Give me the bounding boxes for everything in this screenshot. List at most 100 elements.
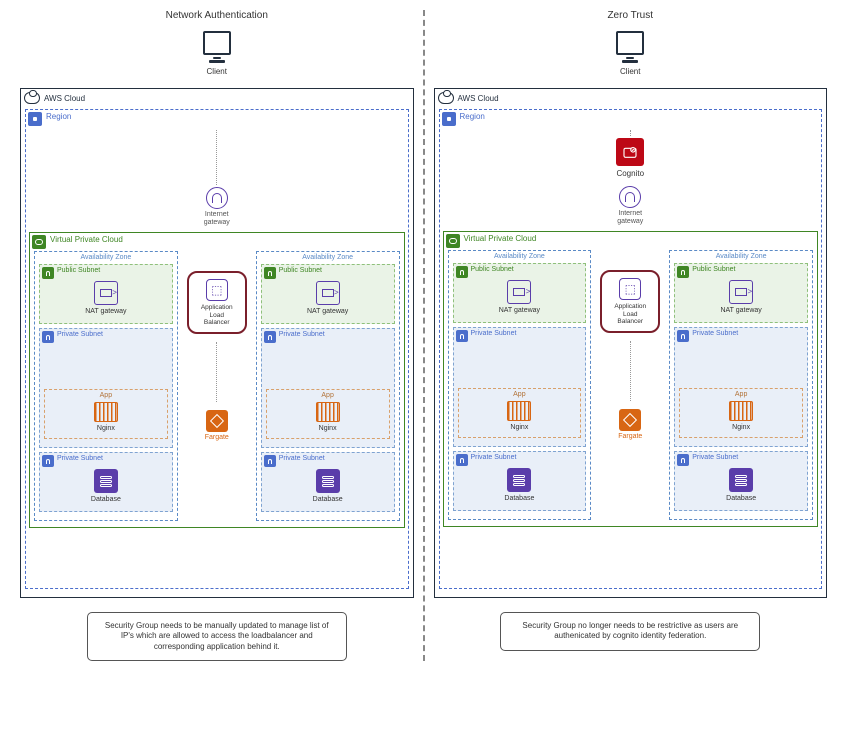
alb-icon: ⬚ [206,279,228,301]
monitor-icon [203,31,231,55]
public-subnet-r1: Public Subnet NAT gateway [453,263,587,323]
vpc-label: Virtual Private Cloud [464,234,537,248]
region-label: Region [460,112,485,126]
az-label: Availability Zone [257,254,399,261]
public-subnet-l1: Public Subnet NAT gateway [39,264,173,324]
aws-cloud-frame-left: AWS Cloud Region Internet gateway Virtua… [20,88,414,598]
region-frame-left: Region Internet gateway Virtual Private … [25,109,409,589]
title-right: Zero Trust [434,10,828,21]
az-right-1: Availability Zone Public Subnet NAT gate… [448,250,592,520]
cognito-label: Cognito [443,169,819,178]
database-l1: Database [44,469,168,503]
database-icon [507,468,531,492]
client-right: Client [434,31,828,76]
private-subnet-app-r2: Private Subnet AppNginx [674,327,808,447]
private-subnet-db-l2: Private Subnet Database [261,452,395,512]
center-track-right: ⬚ Application Load Balancer Fargate [595,250,665,520]
igw-label: Internet gateway [29,211,405,226]
aws-cloud-frame-right: AWS Cloud Region Cognito Internet gatewa… [434,88,828,598]
nat-label: NAT gateway [266,308,390,315]
igw-icon [206,187,228,209]
connector-line [216,130,217,185]
connector-line [630,341,631,401]
vpc-frame-right: Virtual Private Cloud Availability Zone … [443,231,819,527]
cognito: Cognito [443,138,819,178]
left-column: Network Authentication Client AWS Cloud … [10,10,424,661]
private-subnet-db-r2: Private Subnet Database [674,451,808,511]
diagram-stage: Network Authentication Client AWS Cloud … [10,10,837,661]
center-track-left: ⬚ Application Load Balancer Fargate [182,251,252,521]
private-subnet-label: Private Subnet [57,331,103,343]
nginx-label: Nginx [49,425,163,432]
az-label: Availability Zone [35,254,177,261]
database-icon [316,469,340,493]
nat-icon [316,281,340,305]
alb-right: ⬚ Application Load Balancer [600,270,660,332]
note-left: Security Group needs to be manually upda… [87,612,347,661]
fargate-right: Fargate [618,409,642,440]
nginx-icon [729,401,753,421]
connector-line [630,130,631,136]
fargate-icon [206,410,228,432]
az-right-2: Availability Zone Public Subnet NAT gate… [669,250,813,520]
nat-gateway-l2: NAT gateway [266,281,390,315]
nginx-label: Nginx [271,425,385,432]
connector-line [216,342,217,402]
db-label: Database [44,496,168,503]
alb-label: Application Load Balancer [191,304,243,325]
nat-icon [94,281,118,305]
private-subnet-label: Private Subnet [57,455,103,467]
title-left: Network Authentication [20,10,414,21]
note-right: Security Group no longer needs to be res… [500,612,760,651]
public-subnet-label: Public Subnet [279,267,322,279]
region-label: Region [46,112,71,126]
private-subnet-app-l1: Private Subnet App Nginx [39,328,173,448]
private-subnet-db-l1: Private Subnet Database [39,452,173,512]
cloud-label: AWS Cloud [458,94,499,103]
private-subnet-db-r1: Private Subnet Database [453,451,587,511]
nginx-icon [316,402,340,422]
nat-icon [729,280,753,304]
vpc-frame-left: Virtual Private Cloud Availability Zone … [29,232,405,528]
internet-gateway-right: Internet gateway [443,186,819,225]
client-label: Client [434,67,828,76]
public-subnet-label: Public Subnet [57,267,100,279]
nat-gateway-l1: NAT gateway [44,281,168,315]
app-label: App [45,392,167,399]
fargate-left: Fargate [205,410,229,441]
client-label: Client [20,67,414,76]
vpc-label: Virtual Private Cloud [50,235,123,249]
nat-label: NAT gateway [44,308,168,315]
database-icon [729,468,753,492]
nat-icon [507,280,531,304]
right-column: Zero Trust Client AWS Cloud Region Cogni… [424,10,838,661]
monitor-icon [616,31,644,55]
fargate-icon [619,409,641,431]
cloud-icon [438,92,454,104]
az-label: Availability Zone [670,253,812,260]
cloud-icon [24,92,40,104]
az-left-2: Availability Zone Public Subnet NAT gate… [256,251,400,521]
cognito-icon [616,138,644,166]
nginx-icon [507,401,531,421]
private-subnet-app-r1: Private Subnet AppNginx [453,327,587,447]
fargate-label: Fargate [205,434,229,441]
private-subnet-label: Private Subnet [279,455,325,467]
nginx-icon [94,402,118,422]
alb-icon: ⬚ [619,278,641,300]
cloud-label: AWS Cloud [44,94,85,103]
database-icon [94,469,118,493]
db-label: Database [266,496,390,503]
alb-left: ⬚ Application Load Balancer [187,271,247,333]
public-subnet-r2: Public Subnet NAT gateway [674,263,808,323]
az-label: Availability Zone [449,253,591,260]
app-label: App [267,392,389,399]
center-divider [423,10,425,661]
private-subnet-label: Private Subnet [279,331,325,343]
az-left-1: Availability Zone Public Subnet NAT gate… [34,251,178,521]
public-subnet-l2: Public Subnet NAT gateway [261,264,395,324]
internet-gateway-left: Internet gateway [29,187,405,226]
private-subnet-app-l2: Private Subnet App Nginx [261,328,395,448]
igw-icon [619,186,641,208]
database-l2: Database [266,469,390,503]
